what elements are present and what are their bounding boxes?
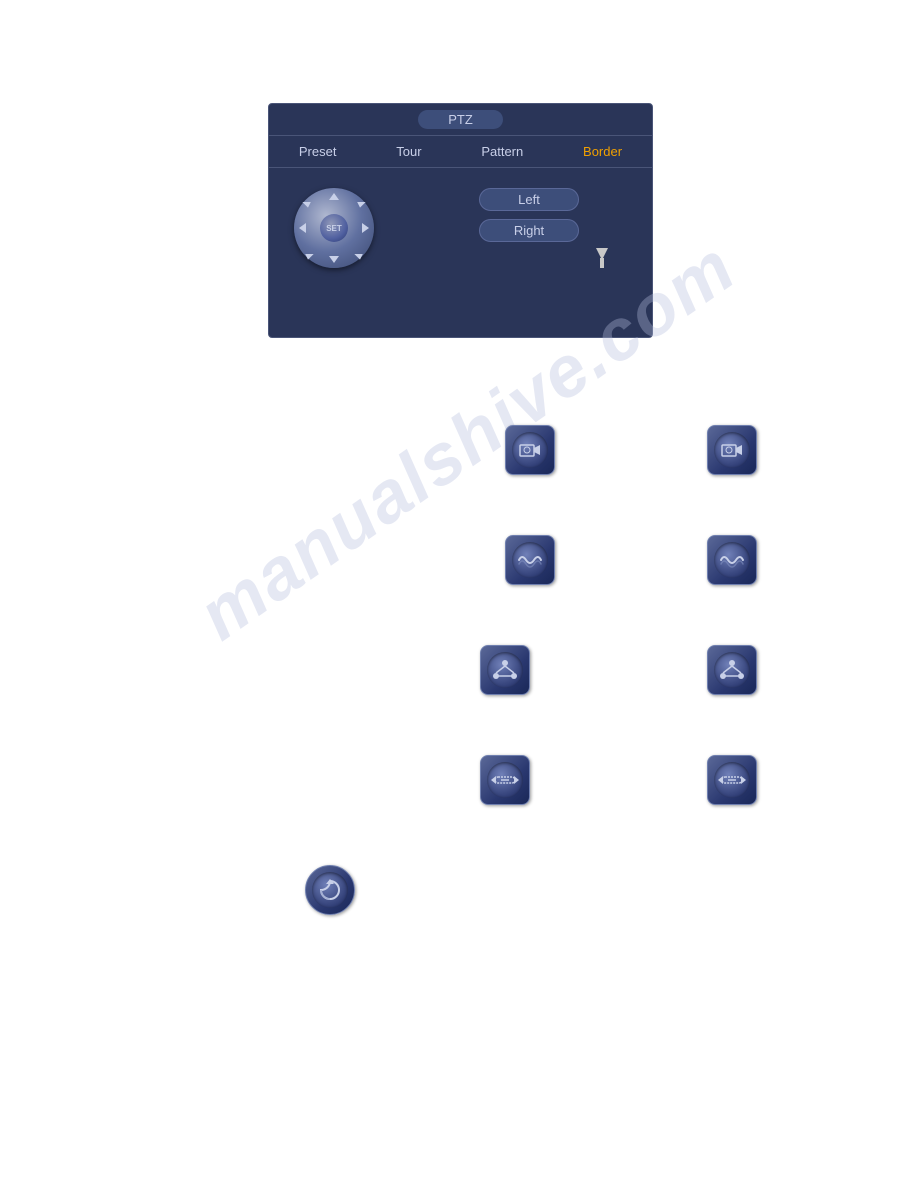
joystick-up-arrow — [329, 193, 339, 200]
tab-tour[interactable]: Tour — [388, 142, 429, 161]
tab-preset[interactable]: Preset — [291, 142, 345, 161]
icon-camera-2[interactable] — [707, 425, 757, 475]
icon-share-1[interactable] — [480, 645, 530, 695]
ptz-title-bar: PTZ — [269, 104, 652, 136]
tab-pattern[interactable]: Pattern — [473, 142, 531, 161]
icon-rotate[interactable] — [305, 865, 355, 915]
joystick-center[interactable]: SET — [320, 214, 348, 242]
joystick-area: SET — [294, 188, 384, 278]
border-buttons: Left Right — [479, 188, 579, 288]
tab-border[interactable]: Border — [575, 142, 630, 161]
joystick-downright-arrow — [354, 248, 365, 259]
icon-pan-1[interactable] — [480, 755, 530, 805]
icon-wave-1[interactable] — [505, 535, 555, 585]
joystick-down-arrow — [329, 256, 339, 263]
joystick-right-arrow — [362, 223, 369, 233]
right-button[interactable]: Right — [479, 219, 579, 242]
ptz-tabs: Preset Tour Pattern Border — [269, 136, 652, 168]
ptz-content: SET Left Right — [269, 168, 652, 298]
joystick-left-arrow — [299, 223, 306, 233]
joystick-upright-arrow — [354, 196, 365, 207]
icon-wave-2[interactable] — [707, 535, 757, 585]
ptz-panel: PTZ Preset Tour Pattern Border SET Left … — [268, 103, 653, 338]
ptz-title: PTZ — [418, 110, 503, 129]
left-button[interactable]: Left — [479, 188, 579, 211]
joystick-upleft-arrow — [302, 196, 313, 207]
joystick[interactable]: SET — [294, 188, 374, 268]
icon-pan-2[interactable] — [707, 755, 757, 805]
icon-share-2[interactable] — [707, 645, 757, 695]
joystick-downleft-arrow — [302, 248, 313, 259]
icon-camera-1[interactable] — [505, 425, 555, 475]
